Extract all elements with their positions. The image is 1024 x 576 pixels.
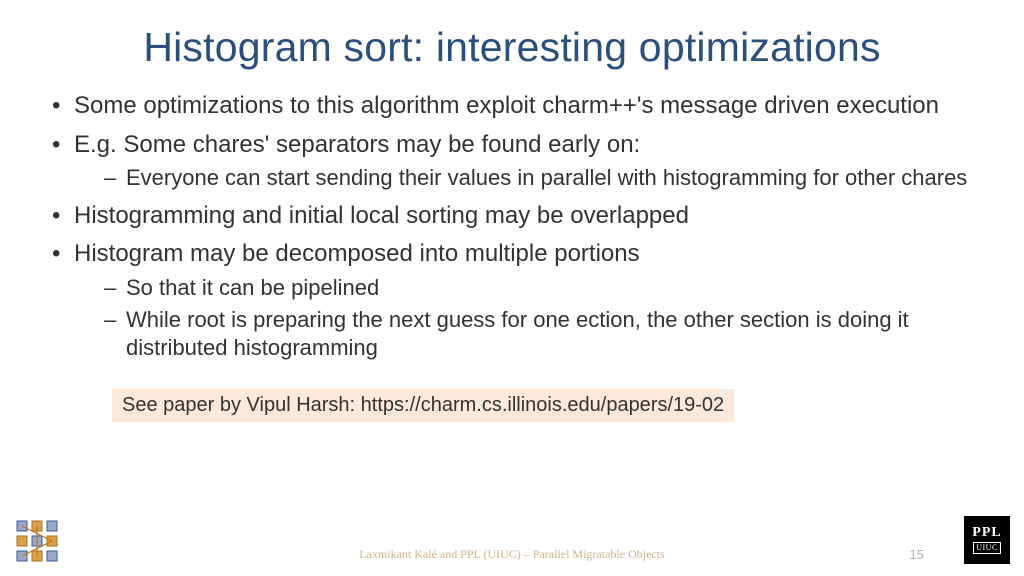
bullet-text: Histogramming and initial local sorting … xyxy=(74,202,689,229)
sub-list: So that it can be pipelined While root i… xyxy=(74,274,976,362)
right-logo-icon: PPL UIUC xyxy=(964,516,1010,564)
footer-text: Laxmikant Kalé and PPL (UIUC) – Parallel… xyxy=(0,547,1024,562)
sub-list: Everyone can start sending their values … xyxy=(74,164,976,192)
bullet-item: Histogramming and initial local sorting … xyxy=(48,201,976,232)
slide-title: Histogram sort: interesting optimization… xyxy=(48,18,976,87)
bullet-text: Histogram may be decomposed into multipl… xyxy=(74,240,640,267)
bullet-item: Some optimizations to this algorithm exp… xyxy=(48,91,976,122)
reference-note: See paper by Vipul Harsh: https://charm.… xyxy=(112,389,734,422)
page-number: 15 xyxy=(910,547,924,562)
logo-text-bottom: UIUC xyxy=(973,542,1001,554)
sub-item: So that it can be pipelined xyxy=(74,274,976,302)
sub-item: Everyone can start sending their values … xyxy=(74,164,976,192)
bullet-list: Some optimizations to this algorithm exp… xyxy=(48,91,976,363)
bullet-item: Histogram may be decomposed into multipl… xyxy=(48,239,976,362)
sub-item: While root is preparing the next guess f… xyxy=(74,306,976,362)
logo-text-top: PPL xyxy=(972,526,1001,540)
left-logo-icon xyxy=(14,518,60,564)
slide: Histogram sort: interesting optimization… xyxy=(0,0,1024,576)
bullet-text: E.g. Some chares' separators may be foun… xyxy=(74,131,640,158)
bullet-item: E.g. Some chares' separators may be foun… xyxy=(48,130,976,193)
bullet-text: Some optimizations to this algorithm exp… xyxy=(74,92,939,119)
